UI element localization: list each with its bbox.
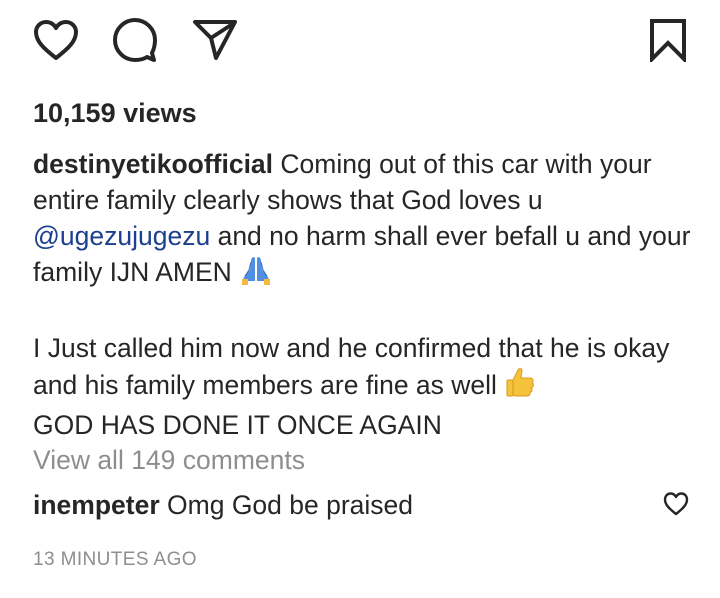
thumbs-up-emoji xyxy=(504,366,536,407)
caption-paragraph2-line2: GOD HAS DONE IT ONCE AGAIN xyxy=(33,410,442,440)
post-timestamp: 13 MINUTES AGO xyxy=(33,549,197,570)
view-count[interactable]: 10,159 views xyxy=(33,96,197,130)
paper-plane-icon[interactable] xyxy=(191,16,239,64)
comment-username[interactable]: inempeter xyxy=(33,490,160,520)
bookmark-icon[interactable] xyxy=(644,16,692,64)
view-all-comments-link[interactable]: View all 149 comments xyxy=(33,442,305,478)
folded-hands-emoji xyxy=(239,255,273,294)
caption-mention[interactable]: @ugezujugezu xyxy=(33,221,210,251)
heart-outline-icon[interactable] xyxy=(662,490,690,518)
comment-bubble-icon[interactable] xyxy=(111,16,159,64)
heart-icon[interactable] xyxy=(32,16,80,64)
post-caption: destinyetikoofficial Coming out of this … xyxy=(33,146,693,443)
comment-row: inempeter Omg God be praised xyxy=(33,487,693,523)
caption-username[interactable]: destinyetikoofficial xyxy=(33,149,273,179)
comment-text: Omg God be praised xyxy=(167,490,414,520)
caption-paragraph2-line1: I Just called him now and he confirmed t… xyxy=(33,333,677,400)
post-action-bar xyxy=(0,0,720,80)
